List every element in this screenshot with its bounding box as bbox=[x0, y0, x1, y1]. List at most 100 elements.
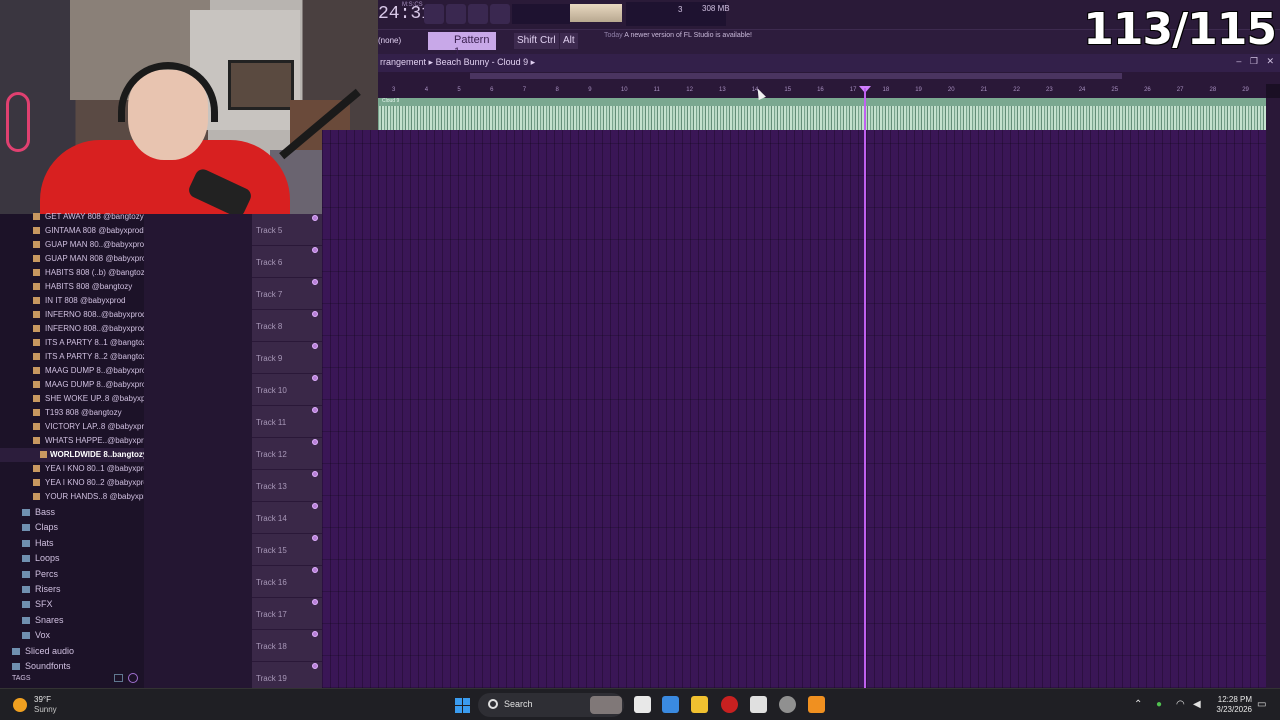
step-seq-icon[interactable] bbox=[446, 4, 466, 24]
browser-file[interactable]: VICTORY LAP..8 @babyxprod bbox=[0, 420, 144, 434]
store-icon[interactable] bbox=[750, 696, 767, 713]
track-mute-icon[interactable] bbox=[312, 631, 318, 637]
track-mute-icon[interactable] bbox=[312, 567, 318, 573]
track-mute-icon[interactable] bbox=[312, 599, 318, 605]
fl-studio-icon[interactable] bbox=[808, 696, 825, 713]
browser-file[interactable]: INFERNO 808..@babyxprod bbox=[0, 308, 144, 322]
track-mute-icon[interactable] bbox=[312, 439, 318, 445]
task-view-icon[interactable] bbox=[634, 696, 651, 713]
copilot-icon[interactable] bbox=[662, 696, 679, 713]
restore-icon[interactable]: ❐ bbox=[1250, 56, 1258, 66]
browser-file[interactable]: IN IT 808 @babyxprod bbox=[0, 294, 144, 308]
track-mute-icon[interactable] bbox=[312, 279, 318, 285]
track-mute-icon[interactable] bbox=[312, 471, 318, 477]
playhead[interactable] bbox=[864, 88, 866, 688]
snap-label[interactable]: (none) bbox=[378, 36, 401, 45]
track-header[interactable]: Track 9 bbox=[252, 342, 322, 374]
microphone-icon[interactable]: ● bbox=[1156, 699, 1162, 710]
browser-file[interactable]: GINTAMA 808 @babyxprod bbox=[0, 224, 144, 238]
browser-file[interactable]: MAAG DUMP 8..@babyxprod bbox=[0, 364, 144, 378]
browser-file[interactable]: YEA I KNO 80..1 @babyxprod bbox=[0, 462, 144, 476]
track-header[interactable]: Track 10 bbox=[252, 374, 322, 406]
browser-file[interactable]: HABITS 808 @bangtozy bbox=[0, 280, 144, 294]
weather-desc[interactable]: Sunny bbox=[34, 705, 57, 714]
browser-file[interactable]: WHATS HAPPE..@babyxprod bbox=[0, 434, 144, 448]
master-volume-meter[interactable] bbox=[570, 4, 622, 22]
horizontal-scrollbar[interactable] bbox=[470, 73, 1122, 79]
track-mute-icon[interactable] bbox=[312, 247, 318, 253]
browser-file[interactable]: WORLDWIDE 8..bangtozy bbox=[0, 448, 144, 462]
browser-file[interactable]: MAAG DUMP 8..@babyxprod bbox=[0, 378, 144, 392]
browser-file[interactable]: SHE WOKE UP..8 @babyxprod bbox=[0, 392, 144, 406]
chevron-up-icon[interactable]: ⌃ bbox=[1134, 699, 1142, 710]
browser-folder[interactable]: Snares bbox=[0, 613, 144, 628]
opera-icon[interactable] bbox=[721, 696, 738, 713]
taskbar-search[interactable]: Search bbox=[478, 693, 624, 717]
browser-folder[interactable]: SFX bbox=[0, 597, 144, 612]
ctrl-key[interactable]: Ctrl bbox=[537, 33, 559, 49]
piano-roll-icon[interactable] bbox=[424, 4, 444, 24]
browser-folder[interactable]: Percs bbox=[0, 567, 144, 582]
minimize-icon[interactable]: – bbox=[1236, 56, 1241, 66]
browser-file[interactable]: ITS A PARTY 8..1 @bangtozy bbox=[0, 336, 144, 350]
track-header[interactable]: Track 7 bbox=[252, 278, 322, 310]
track-header[interactable]: Track 12 bbox=[252, 438, 322, 470]
browser-file[interactable]: T193 808 @bangtozy bbox=[0, 406, 144, 420]
pattern-selector[interactable]: Pattern 1 bbox=[428, 32, 496, 58]
track-mute-icon[interactable] bbox=[312, 311, 318, 317]
close-icon[interactable]: ✕ bbox=[1266, 56, 1274, 66]
sun-icon[interactable] bbox=[13, 698, 27, 712]
alt-key[interactable]: Alt bbox=[560, 33, 578, 49]
clock-time[interactable]: 12:28 PM bbox=[1214, 695, 1252, 704]
browser-file[interactable]: YOUR HANDS..8 @babyxprod bbox=[0, 490, 144, 504]
browser-file[interactable]: HABITS 808 (..b) @bangtozy bbox=[0, 266, 144, 280]
volume-icon[interactable]: ◀ bbox=[1193, 699, 1201, 710]
browser-file[interactable]: GUAP MAN 808 @babyxprod bbox=[0, 252, 144, 266]
browser-folder[interactable]: Sliced audio bbox=[0, 644, 144, 659]
track-mute-icon[interactable] bbox=[312, 375, 318, 381]
browser-folder[interactable]: Bass bbox=[0, 505, 144, 520]
track-header[interactable]: Track 11 bbox=[252, 406, 322, 438]
file-explorer-icon[interactable] bbox=[691, 696, 708, 713]
track-header[interactable]: Track 16 bbox=[252, 566, 322, 598]
playlist-grid[interactable] bbox=[322, 130, 1266, 688]
track-header[interactable]: Track 6 bbox=[252, 246, 322, 278]
notification-icon[interactable]: ▭ bbox=[1257, 699, 1266, 710]
browser-folder[interactable]: Risers bbox=[0, 582, 144, 597]
track-mute-icon[interactable] bbox=[312, 407, 318, 413]
vertical-scrollbar[interactable] bbox=[1266, 98, 1280, 688]
browser-folder[interactable]: Loops bbox=[0, 551, 144, 566]
track-mute-icon[interactable] bbox=[312, 535, 318, 541]
browser-file[interactable]: GUAP MAN 80..@babyxprod bbox=[0, 238, 144, 252]
clock-date[interactable]: 3/23/2026 bbox=[1204, 705, 1252, 714]
playlist-breadcrumb[interactable]: Beach Bunny - Cloud 9 bbox=[436, 57, 529, 67]
news-panel[interactable]: Today A newer version of FL Studio is av… bbox=[604, 31, 752, 41]
track-mute-icon[interactable] bbox=[312, 343, 318, 349]
audio-clip[interactable]: Cloud 9 bbox=[378, 98, 1266, 130]
browser-file[interactable]: INFERNO 808..@babyxprod bbox=[0, 322, 144, 336]
wifi-icon[interactable]: ◠ bbox=[1176, 699, 1185, 710]
wave-icon[interactable] bbox=[468, 4, 488, 24]
timeline-ruler[interactable]: 3 4 5 6 7 8 9 10 11 12 13 14 15 16 17 18 19 20 21 22 23 24 25 2… bbox=[378, 84, 1266, 98]
browser-folder[interactable]: Claps bbox=[0, 520, 144, 535]
app-icon[interactable] bbox=[779, 696, 796, 713]
search-icon[interactable] bbox=[128, 673, 138, 683]
track-header[interactable]: Track 13 bbox=[252, 470, 322, 502]
browser-file[interactable]: YEA I KNO 80..2 @babyxprod bbox=[0, 476, 144, 490]
browser-file[interactable]: ITS A PARTY 8..2 @bangtozy bbox=[0, 350, 144, 364]
track-header[interactable]: Track 17 bbox=[252, 598, 322, 630]
browser-folder[interactable]: Vox bbox=[0, 628, 144, 643]
windows-start-icon[interactable] bbox=[455, 698, 470, 713]
browser-file[interactable]: GET AWAY 808 @bangtozy bbox=[0, 210, 144, 224]
weather-temp[interactable]: 39°F bbox=[34, 695, 51, 704]
track-mute-icon[interactable] bbox=[312, 215, 318, 221]
browser-folder[interactable]: Hats bbox=[0, 536, 144, 551]
track-header[interactable]: Track 5 bbox=[252, 214, 322, 246]
track-header[interactable]: Track 15 bbox=[252, 534, 322, 566]
track-header[interactable]: Track 8 bbox=[252, 310, 322, 342]
track-header[interactable]: Track 18 bbox=[252, 630, 322, 662]
track-header[interactable]: Track 14 bbox=[252, 502, 322, 534]
tempo-icon[interactable] bbox=[490, 4, 510, 24]
track-mute-icon[interactable] bbox=[312, 663, 318, 669]
track-mute-icon[interactable] bbox=[312, 503, 318, 509]
